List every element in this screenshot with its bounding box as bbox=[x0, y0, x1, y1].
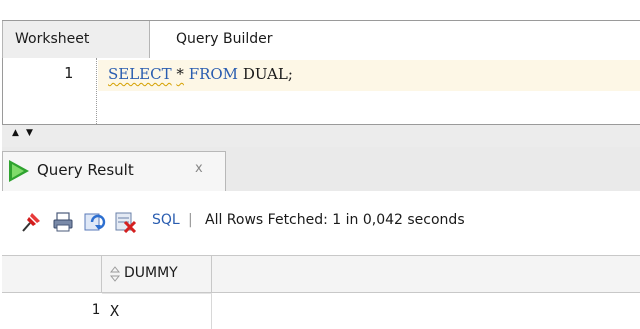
row-number: 1 bbox=[91, 302, 100, 318]
result-grid: DUMMY 1 X bbox=[2, 255, 640, 329]
table-token: DUAL; bbox=[242, 65, 293, 83]
pane-splitter[interactable]: ▲ ▼ bbox=[2, 124, 640, 148]
collapse-up-icon[interactable]: ▲ bbox=[12, 129, 19, 138]
result-tab-bar: Query Result x bbox=[2, 147, 640, 192]
print-icon[interactable] bbox=[52, 211, 74, 233]
editor-tab-bar: Worksheet Query Builder bbox=[2, 20, 640, 60]
tab-query-result-label: Query Result bbox=[37, 161, 134, 179]
close-tab-icon[interactable]: x bbox=[195, 161, 203, 176]
sql-statement[interactable]: SELECT * FROM DUAL; bbox=[108, 65, 293, 83]
view-sql-link[interactable]: SQL bbox=[152, 212, 180, 228]
line-number: 1 bbox=[63, 64, 73, 82]
keyword-from: FROM bbox=[188, 65, 239, 83]
tab-query-result[interactable]: Query Result x bbox=[2, 151, 226, 191]
pin-icon[interactable] bbox=[20, 211, 42, 233]
toolbar-separator: | bbox=[188, 212, 193, 228]
run-icon-highlight bbox=[12, 164, 24, 178]
collapse-down-icon[interactable]: ▼ bbox=[26, 129, 33, 138]
keyword-select: SELECT bbox=[108, 65, 172, 83]
line-number-gutter: 1 bbox=[3, 58, 83, 124]
table-cell[interactable]: X bbox=[102, 293, 212, 329]
fetch-status: All Rows Fetched: 1 in 0,042 seconds bbox=[205, 212, 465, 228]
result-toolbar: SQL | All Rows Fetched: 1 in 0,042 secon… bbox=[2, 191, 640, 255]
sort-icon[interactable] bbox=[110, 266, 120, 282]
column-header-label: DUMMY bbox=[124, 265, 178, 281]
tab-worksheet[interactable]: Worksheet bbox=[2, 21, 150, 58]
current-code-line[interactable]: SELECT * FROM DUAL; bbox=[98, 60, 640, 91]
row-number-header bbox=[2, 256, 102, 292]
table-row[interactable]: 1 X bbox=[2, 293, 640, 329]
sql-editor[interactable]: 1 SELECT * FROM DUAL; bbox=[2, 58, 640, 124]
column-header-dummy[interactable]: DUMMY bbox=[102, 256, 212, 292]
delete-icon[interactable] bbox=[115, 211, 137, 233]
tab-query-builder[interactable]: Query Builder bbox=[164, 21, 324, 58]
star-token: * bbox=[176, 65, 184, 83]
sql-developer-window: Worksheet Query Builder 1 SELECT * FROM … bbox=[0, 0, 640, 329]
cell-value: X bbox=[110, 302, 120, 320]
gutter-divider bbox=[96, 58, 97, 124]
grid-header-row: DUMMY bbox=[2, 256, 640, 293]
refresh-icon[interactable] bbox=[84, 211, 106, 233]
